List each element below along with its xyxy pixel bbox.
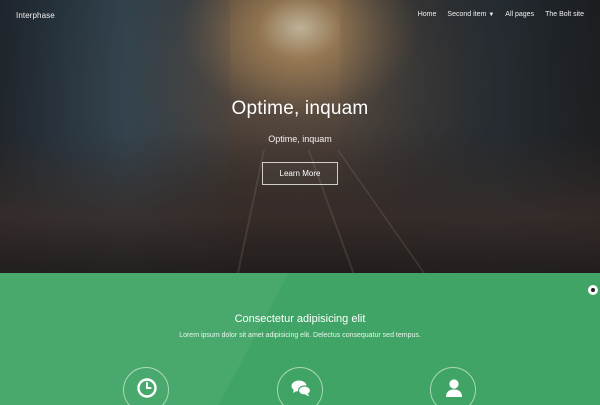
features-text: Lorem ipsum dolor sit amet adipisicing e… [179, 332, 421, 339]
features-section: Consectetur adipisicing elit Lorem ipsum… [0, 273, 600, 405]
top-navigation: Interphase Home Second item ▼ All pages T… [0, 0, 600, 30]
user-icon [446, 379, 462, 397]
feature-clock[interactable] [123, 367, 169, 405]
hero-content: Optime, inquam Optime, inquam Learn More [0, 98, 600, 185]
nav-item-all-pages[interactable]: All pages [505, 11, 534, 18]
hero-subtitle: Optime, inquam [268, 134, 332, 144]
nav-item-home-label: Home [417, 11, 437, 18]
nav-item-all-pages-label: All pages [505, 11, 535, 18]
features-title: Consectetur adipisicing elit [234, 313, 366, 325]
chat-icon [291, 380, 312, 397]
nav-item-bolt-site[interactable]: The Bolt site [545, 11, 584, 18]
learn-more-button[interactable]: Learn More [262, 162, 338, 185]
site-brand[interactable]: Interphase [16, 11, 55, 20]
nav-item-bolt-site-label: The Bolt site [545, 11, 584, 18]
nav-menu: Home Second item ▼ All pages The Bolt sit… [407, 11, 584, 18]
clock-icon [137, 378, 157, 398]
nav-item-second[interactable]: Second item ▼ [447, 11, 494, 18]
chevron-down-icon: ▼ [488, 12, 495, 18]
close-icon[interactable] [588, 285, 598, 295]
nav-item-home[interactable]: Home [418, 11, 437, 18]
hero-title: Optime, inquam [231, 98, 369, 119]
feature-user[interactable] [430, 367, 476, 405]
nav-item-second-label: Second item [447, 11, 487, 18]
feature-chat[interactable] [277, 367, 323, 405]
